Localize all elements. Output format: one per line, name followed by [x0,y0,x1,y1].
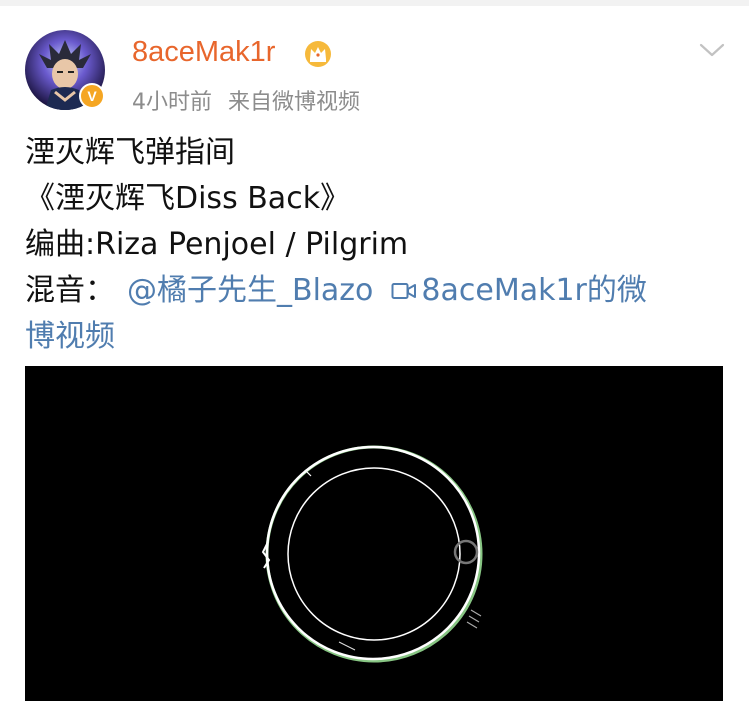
video-link[interactable]: 8aceMak1r的微 [391,273,647,308]
video-player[interactable] [25,366,723,701]
post-meta: 4小时前 来自微博视频 [132,84,360,116]
chevron-down-icon[interactable] [698,40,726,60]
video-link-continuation[interactable]: 博视频 [25,314,725,360]
post-source[interactable]: 来自微博视频 [228,90,360,115]
post-content: 湮灭辉飞弹指间 《湮灭辉飞Diss Back》 编曲:Riza Penjoel … [25,130,725,360]
mixing-label: 混音： [25,273,115,308]
audio-ring-visualizer [261,445,483,663]
crown-icon[interactable] [304,40,332,68]
mention-link[interactable]: @橘子先生_Blazo [127,273,373,308]
verified-badge: V [79,83,105,109]
video-link-text-1: 8aceMak1r的微 [421,273,647,308]
content-line-4: 混音： @橘子先生_Blazo 8aceMak1r的微 [25,268,725,314]
content-line-3: 编曲:Riza Penjoel / Pilgrim [25,227,409,262]
author-name[interactable]: 8aceMak1r [132,36,275,69]
post-time: 4小时前 [132,90,212,115]
video-camera-icon [391,283,417,299]
content-line-2: 《湮灭辉飞Diss Back》 [25,181,351,216]
content-line-1: 湮灭辉飞弹指间 [25,135,235,170]
